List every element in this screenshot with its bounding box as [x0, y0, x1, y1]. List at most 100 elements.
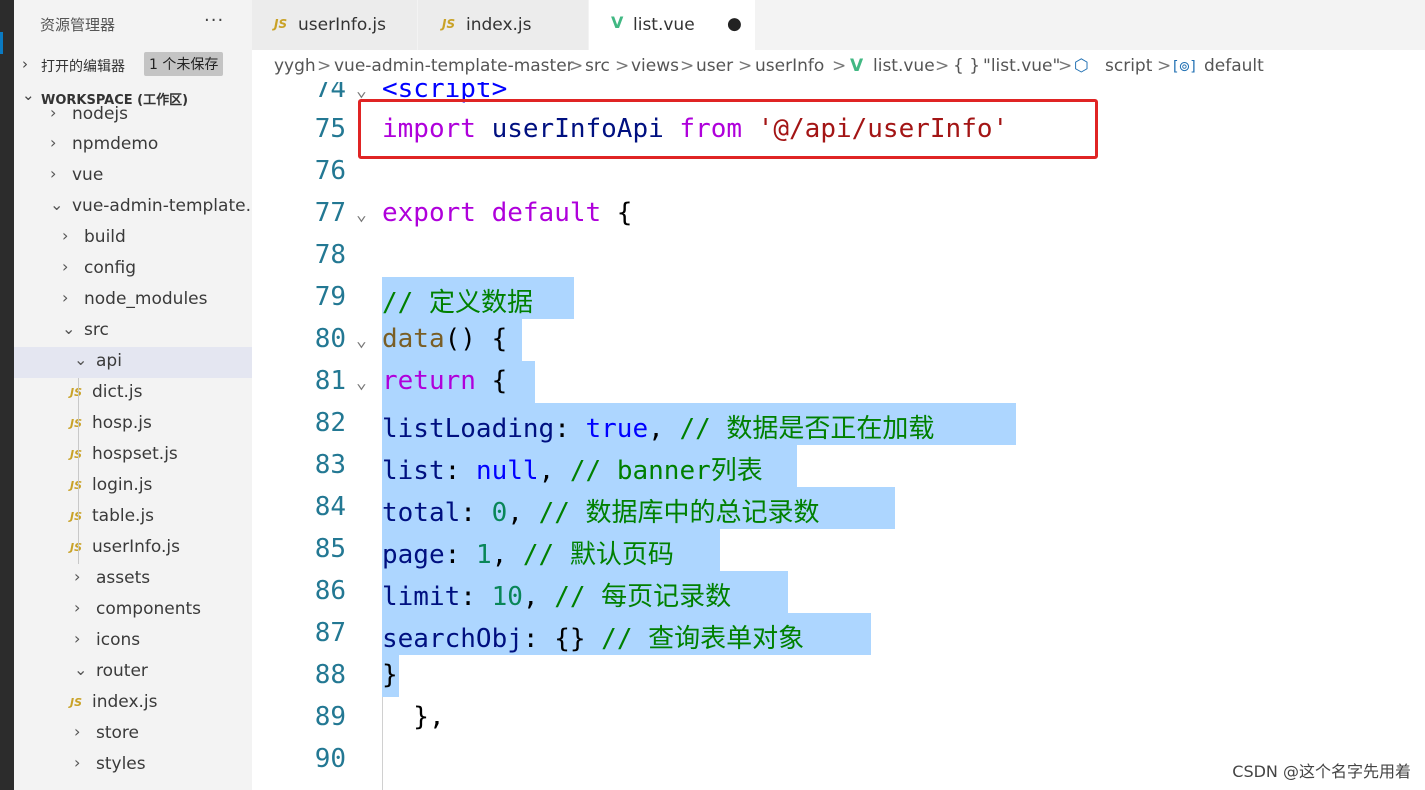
breadcrumb-item[interactable]: user [696, 56, 733, 76]
tree-folder-item[interactable]: › build [14, 223, 252, 254]
tab-userinfo-js[interactable]: JS userInfo.js [252, 0, 417, 50]
punct-token: : {} [522, 624, 602, 654]
tree-folder-item[interactable]: › config [14, 254, 252, 285]
line-number: 83 [314, 450, 346, 480]
tree-item-label: hosp.js [92, 413, 152, 433]
tree-folder-item[interactable]: › node_modules [14, 285, 252, 316]
breadcrumb-item[interactable]: "list.vue" [983, 56, 1060, 76]
js-file-icon: JS [70, 448, 83, 461]
tab-label: list.vue [633, 15, 695, 35]
breadcrumb-item[interactable]: views [631, 56, 679, 76]
tree-file-item[interactable]: JS hosp.js [14, 409, 252, 440]
braces-icon: { } [953, 56, 981, 76]
comment-token: // 数据是否正在加载 [679, 414, 935, 444]
activity-bar [0, 0, 14, 790]
breadcrumb-item[interactable]: userInfo [755, 56, 824, 76]
comment-token: // banner列表 [569, 456, 763, 486]
tab-index-js[interactable]: JS index.js [418, 0, 588, 50]
tree-file-item[interactable]: JS userInfo.js [14, 533, 252, 564]
tree-folder-item[interactable]: › npmdemo [14, 130, 252, 161]
tab-label: index.js [466, 15, 532, 35]
tree-folder-item[interactable]: ⌄ src [14, 316, 252, 347]
explorer-active-indicator [0, 32, 3, 54]
fold-chevron-icon[interactable]: ⌄ [356, 204, 367, 225]
breadcrumb-item[interactable]: yygh [274, 56, 316, 76]
punct-token: , [491, 540, 523, 570]
line-number: 88 [314, 660, 346, 690]
js-file-icon: JS [70, 417, 83, 430]
tree-file-item[interactable]: JS index.js [14, 688, 252, 719]
code-editor[interactable]: 74 75 76 77 78 79 80 81 82 83 84 85 86 8… [252, 82, 1425, 790]
fold-chevron-icon[interactable]: ⌄ [356, 330, 367, 351]
line-number: 82 [314, 408, 346, 438]
tree-folder-item[interactable]: › nodejs [14, 100, 252, 131]
module-icon: [⊚] [1173, 59, 1196, 75]
open-editors-label: 打开的编辑器 [41, 59, 125, 75]
breadcrumb-item[interactable]: src [585, 56, 610, 76]
punct-token: , [538, 456, 570, 486]
tree-folder-item[interactable]: › store [14, 719, 252, 750]
property-token: searchObj [382, 624, 523, 654]
code-line-86: limit: 10, // 每页记录数 [382, 576, 731, 613]
line-number: 89 [314, 702, 346, 732]
tree-folder-item[interactable]: ⌄ router [14, 657, 252, 688]
punct-token: : [444, 540, 476, 570]
breadcrumb-item[interactable]: vue-admin-template-master [334, 56, 574, 76]
breadcrumb-file[interactable]: list.vue [873, 56, 935, 76]
unsaved-dot-icon[interactable]: ● [727, 14, 742, 34]
punct-token: , [522, 582, 555, 612]
tree-folder-item[interactable]: › icons [14, 626, 252, 657]
chevron-right-icon: › [74, 567, 81, 586]
js-file-icon: JS [70, 479, 83, 492]
chevron-right-icon: › [62, 226, 69, 245]
tree-folder-item[interactable]: ⌄ vue-admin-template... [14, 192, 252, 223]
value-token: true [585, 414, 649, 444]
tree-item-label: index.js [92, 692, 158, 712]
tree-file-item[interactable]: JS table.js [14, 502, 252, 533]
tree-folder-item[interactable]: › assets [14, 564, 252, 595]
function-token: data [382, 324, 445, 354]
tree-item-label: build [84, 227, 126, 247]
punct-token: () { [444, 324, 508, 354]
chevron-right-icon: › [22, 55, 28, 73]
tree-item-label: assets [96, 568, 151, 588]
line-number: 90 [314, 744, 346, 774]
tree-file-item[interactable]: JS hospset.js [14, 440, 252, 471]
breadcrumb-item[interactable]: script [1105, 56, 1152, 76]
chevron-right-icon: › [50, 133, 57, 152]
breadcrumb-separator: > [935, 56, 950, 76]
tree-item-label: vue [72, 165, 104, 185]
tree-folder-item[interactable]: › components [14, 595, 252, 626]
breadcrumb-item[interactable]: default [1204, 56, 1264, 76]
csdn-watermark: CSDN @这个名字先用着 [1232, 762, 1411, 781]
fold-chevron-icon[interactable]: ⌄ [356, 372, 367, 393]
value-token: null [475, 456, 539, 486]
line-number: 74 [314, 82, 346, 104]
breadcrumb-separator: > [832, 56, 847, 76]
line-number: 75 [314, 114, 346, 144]
tree-item-label: store [96, 723, 139, 743]
comment-token: // 默认页码 [522, 540, 674, 570]
breadcrumb-separator: > [738, 56, 753, 76]
open-editors-section[interactable]: › 打开的编辑器 1 个未保存 [14, 50, 252, 80]
explorer-title: 资源管理器 [40, 16, 116, 34]
tree-item-label: dict.js [92, 382, 143, 402]
js-file-icon: JS [70, 696, 83, 709]
tab-list-vue[interactable]: V list.vue ● [589, 0, 755, 50]
punct-token: , [507, 498, 539, 528]
chevron-right-icon: › [74, 722, 81, 741]
tree-folder-item[interactable]: › vue [14, 161, 252, 192]
tree-item-label: icons [96, 630, 141, 650]
tree-item-label: table.js [92, 506, 155, 526]
tree-file-item[interactable]: JS login.js [14, 471, 252, 502]
chevron-right-icon: › [50, 164, 57, 183]
chevron-down-icon: ⌄ [50, 195, 64, 214]
tree-item-label: npmdemo [72, 134, 159, 154]
code-line-89: }, [382, 702, 444, 732]
tree-folder-item[interactable]: ⌄ api [14, 347, 252, 378]
tree-folder-item[interactable]: › styles [14, 750, 252, 781]
more-actions-icon[interactable]: ··· [204, 10, 224, 31]
chevron-down-icon: ⌄ [74, 350, 88, 369]
tree-file-item[interactable]: JS dict.js [14, 378, 252, 409]
tree-item-label: vue-admin-template... [72, 196, 252, 216]
